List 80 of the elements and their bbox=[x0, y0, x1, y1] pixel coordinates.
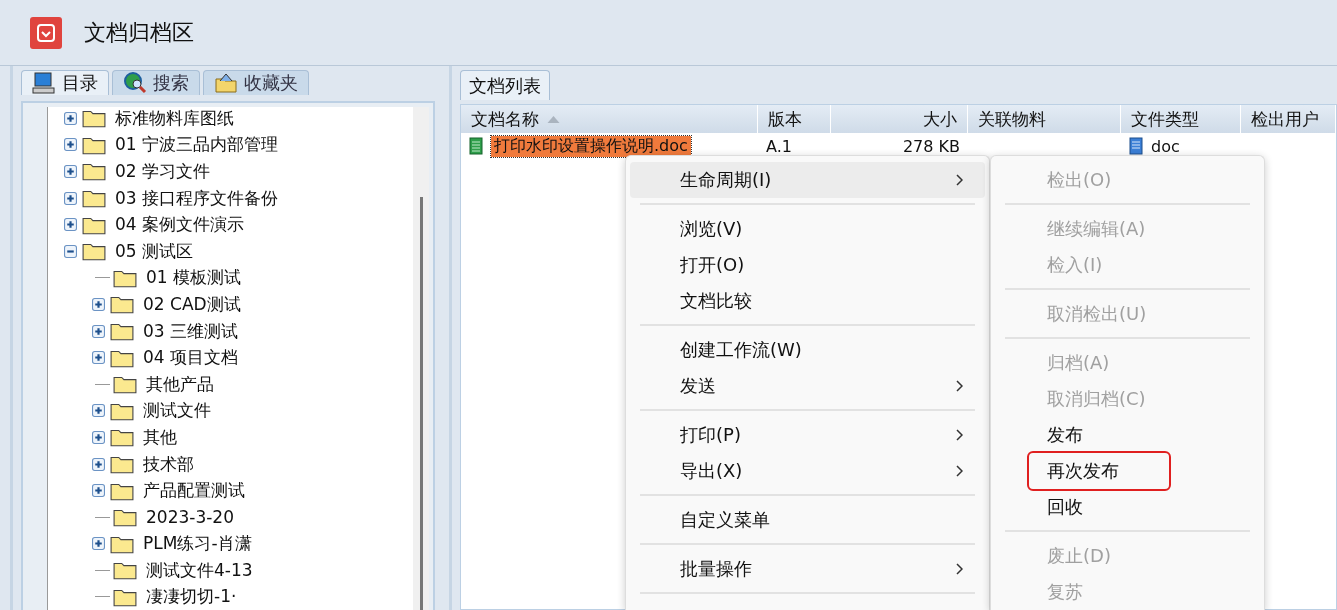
folder-icon bbox=[82, 161, 106, 182]
expand-icon[interactable] bbox=[64, 111, 77, 125]
table-cell: A.1 bbox=[766, 136, 792, 156]
expand-icon[interactable] bbox=[92, 351, 105, 365]
folder-icon bbox=[113, 587, 137, 607]
tree-item[interactable]: 产品配置测试 bbox=[143, 479, 245, 503]
folder-icon bbox=[113, 374, 137, 395]
expand-icon[interactable] bbox=[64, 218, 77, 232]
collapse-icon[interactable] bbox=[64, 244, 77, 258]
panel-tab[interactable]: 文档列表 bbox=[460, 70, 550, 100]
menu-item[interactable]: 再次发布 bbox=[1029, 453, 1169, 489]
tree-item[interactable]: 标准物料库图纸 bbox=[115, 107, 234, 130]
file-name[interactable]: 打印水印设置操作说明.doc bbox=[491, 135, 691, 157]
menu-item[interactable]: 文档比较 bbox=[630, 283, 985, 319]
tree-item[interactable]: 03 接口程序文件备份 bbox=[115, 186, 279, 210]
tree-item[interactable]: 02 学习文件 bbox=[115, 160, 211, 183]
expand-icon[interactable] bbox=[92, 324, 105, 338]
tree-item[interactable]: 04 案例文件演示 bbox=[115, 213, 245, 237]
window-title: 文档归档区 bbox=[84, 18, 194, 47]
panel-tab[interactable]: 搜索 bbox=[112, 70, 200, 95]
tree-item[interactable]: 02 CAD测试 bbox=[143, 292, 241, 316]
folder-icon bbox=[113, 507, 137, 528]
tree-item[interactable]: 测试文件4-13 bbox=[146, 558, 253, 582]
tree-item[interactable]: 测试文件 bbox=[143, 399, 211, 423]
panel-tab[interactable]: 目录 bbox=[21, 70, 109, 95]
table-cell: 278 KB bbox=[902, 136, 960, 156]
folder-icon bbox=[82, 241, 106, 262]
tree-item[interactable]: 其他产品 bbox=[146, 372, 214, 396]
tree-item[interactable]: 05 测试区 bbox=[115, 239, 194, 263]
tree-item[interactable]: 03 三维测试 bbox=[143, 319, 239, 343]
expand-icon[interactable] bbox=[92, 484, 105, 498]
menu-item[interactable]: 生命周期(I) bbox=[630, 162, 985, 198]
expand-icon[interactable] bbox=[92, 404, 105, 418]
expand-icon[interactable] bbox=[92, 430, 105, 444]
expand-icon[interactable] bbox=[64, 138, 77, 152]
expand-icon[interactable] bbox=[92, 297, 105, 311]
menu-item[interactable]: 导出(X) bbox=[630, 453, 985, 489]
scrollbar-thumb[interactable] bbox=[419, 197, 423, 610]
folder-icon bbox=[110, 294, 134, 315]
tree-item[interactable]: 2023-3-20 bbox=[146, 507, 234, 528]
folder-icon bbox=[82, 188, 106, 209]
column-header[interactable]: 版本 bbox=[758, 105, 831, 133]
table-cell: doc bbox=[1151, 136, 1180, 156]
column-header[interactable]: 大小 bbox=[831, 105, 968, 133]
tree-item[interactable]: 技术部 bbox=[143, 452, 194, 476]
word-file-icon bbox=[1129, 137, 1143, 155]
computer-icon bbox=[32, 71, 56, 95]
expand-icon[interactable] bbox=[92, 537, 105, 551]
folder-icon bbox=[82, 108, 106, 129]
expand-icon[interactable] bbox=[64, 165, 77, 178]
search-icon bbox=[123, 71, 147, 95]
column-header[interactable]: 关联物料 bbox=[968, 105, 1121, 133]
tree-item[interactable]: PLM练习-肖潇 bbox=[143, 532, 252, 556]
tree-item[interactable]: 04 项目文档 bbox=[143, 346, 239, 370]
menu-item[interactable]: 发送 bbox=[630, 368, 985, 404]
column-header[interactable]: 检出用户 bbox=[1241, 105, 1336, 133]
app-icon bbox=[30, 16, 62, 49]
menu-item[interactable]: 自定义菜单 bbox=[630, 502, 985, 538]
menu-item[interactable]: 批量操作 bbox=[630, 551, 985, 587]
document-icon bbox=[469, 137, 483, 155]
column-header[interactable]: 文件类型 bbox=[1121, 105, 1241, 133]
menu-item[interactable]: 打印(P) bbox=[630, 417, 985, 453]
column-header[interactable]: 文档名称 bbox=[461, 105, 758, 133]
folder-icon bbox=[214, 71, 238, 95]
menu-item[interactable]: 发布 bbox=[995, 417, 1105, 453]
tree-item[interactable]: 01 模板测试 bbox=[146, 266, 242, 290]
menu-item[interactable]: 浏览(V) bbox=[630, 211, 985, 247]
menu-item[interactable]: 回收 bbox=[995, 489, 1105, 525]
menu-item[interactable]: 打开(O) bbox=[630, 247, 985, 283]
panel-tab[interactable]: 收藏夹 bbox=[203, 70, 309, 95]
expand-icon[interactable] bbox=[64, 191, 77, 205]
folder-icon bbox=[110, 454, 134, 474]
folder-icon bbox=[110, 427, 134, 448]
tree-item[interactable]: 其他 bbox=[143, 425, 177, 449]
tree-item[interactable]: 凄凄切切-1· bbox=[146, 585, 237, 609]
tree-item[interactable]: 01 宁波三品内部管理 bbox=[115, 133, 279, 157]
menu-item[interactable]: 创建工作流(W) bbox=[630, 332, 985, 368]
folder-icon bbox=[110, 321, 134, 342]
expand-icon[interactable] bbox=[92, 457, 105, 471]
folder-icon bbox=[113, 560, 137, 581]
